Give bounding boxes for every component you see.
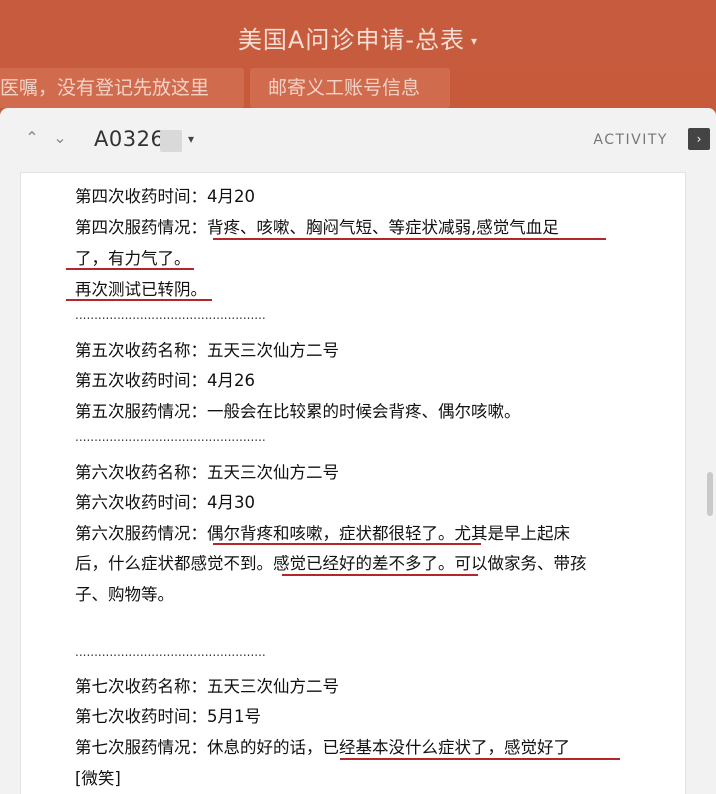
note-line: 第四次收药时间：4月20 bbox=[75, 187, 255, 206]
note-line: 了，有力气了。 bbox=[75, 249, 191, 268]
note-line: 后，什么症状都感觉不到。感觉已经好的差不多了。可以做家务、带孩 bbox=[75, 554, 587, 573]
note-line: 第七次服药情况：休息的好的话，已经基本没什么症状了，感觉好了 bbox=[75, 738, 570, 757]
highlight-underline bbox=[213, 543, 481, 545]
board-title-text: 美国A问诊申请-总表 bbox=[237, 26, 466, 54]
note-line: [微笑] bbox=[75, 769, 121, 788]
list-row: 医嘱，没有登记先放这里 邮寄义工账号信息 bbox=[0, 66, 716, 110]
separator: ........................................… bbox=[75, 430, 266, 444]
note-line: 第六次收药名称：五天三次仙方二号 bbox=[75, 463, 339, 482]
chevron-down-icon[interactable]: ▾ bbox=[188, 132, 194, 146]
scrollbar-thumb[interactable] bbox=[707, 472, 713, 516]
next-card-icon[interactable]: ⌄ bbox=[50, 128, 70, 148]
board-title[interactable]: 美国A问诊申请-总表 ▾ bbox=[0, 20, 716, 55]
activity-label[interactable]: ACTIVITY bbox=[593, 132, 668, 148]
note-line: 第七次收药名称：五天三次仙方二号 bbox=[75, 677, 339, 696]
note-line: 第六次收药时间：4月30 bbox=[75, 493, 255, 512]
note-line: 再次测试已转阴。 bbox=[75, 280, 207, 299]
note-line: 子、购物等。 bbox=[75, 585, 174, 604]
redacted-block bbox=[160, 130, 182, 152]
highlight-underline bbox=[340, 758, 620, 760]
highlight-underline bbox=[66, 299, 212, 301]
separator: ........................................… bbox=[75, 645, 266, 659]
highlight-underline bbox=[66, 268, 194, 270]
note-line: 第五次服药情况：一般会在比较累的时候会背疼、偶尔咳嗽。 bbox=[75, 402, 521, 421]
chevron-down-icon[interactable]: ▾ bbox=[471, 34, 478, 48]
note-line: 第五次收药名称：五天三次仙方二号 bbox=[75, 341, 339, 360]
activity-toggle-icon[interactable]: › bbox=[688, 128, 710, 150]
list-header-doctor-orders[interactable]: 医嘱，没有登记先放这里 bbox=[0, 68, 244, 108]
card-header: ⌃ ⌄ A0326 ▾ ACTIVITY › bbox=[0, 108, 716, 172]
highlight-underline bbox=[213, 238, 606, 240]
note-line: 第四次服药情况：背疼、咳嗽、胸闷气短、等症状减弱,感觉气血足 bbox=[75, 218, 559, 237]
separator: ........................................… bbox=[75, 308, 266, 322]
highlight-underline bbox=[282, 574, 478, 576]
list-header-mail-volunteer[interactable]: 邮寄义工账号信息 bbox=[250, 68, 450, 108]
note-line: 第六次服药情况：偶尔背疼和咳嗽，症状都很轻了。尤其是早上起床 bbox=[75, 524, 570, 543]
board-header: 美国A问诊申请-总表 ▾ bbox=[0, 0, 716, 70]
previous-card-icon[interactable]: ⌃ bbox=[22, 128, 42, 148]
note-line: 第七次收药时间：5月1号 bbox=[75, 707, 261, 726]
note-line: 第五次收药时间：4月26 bbox=[75, 371, 255, 390]
card-title[interactable]: A0326 bbox=[94, 127, 164, 151]
